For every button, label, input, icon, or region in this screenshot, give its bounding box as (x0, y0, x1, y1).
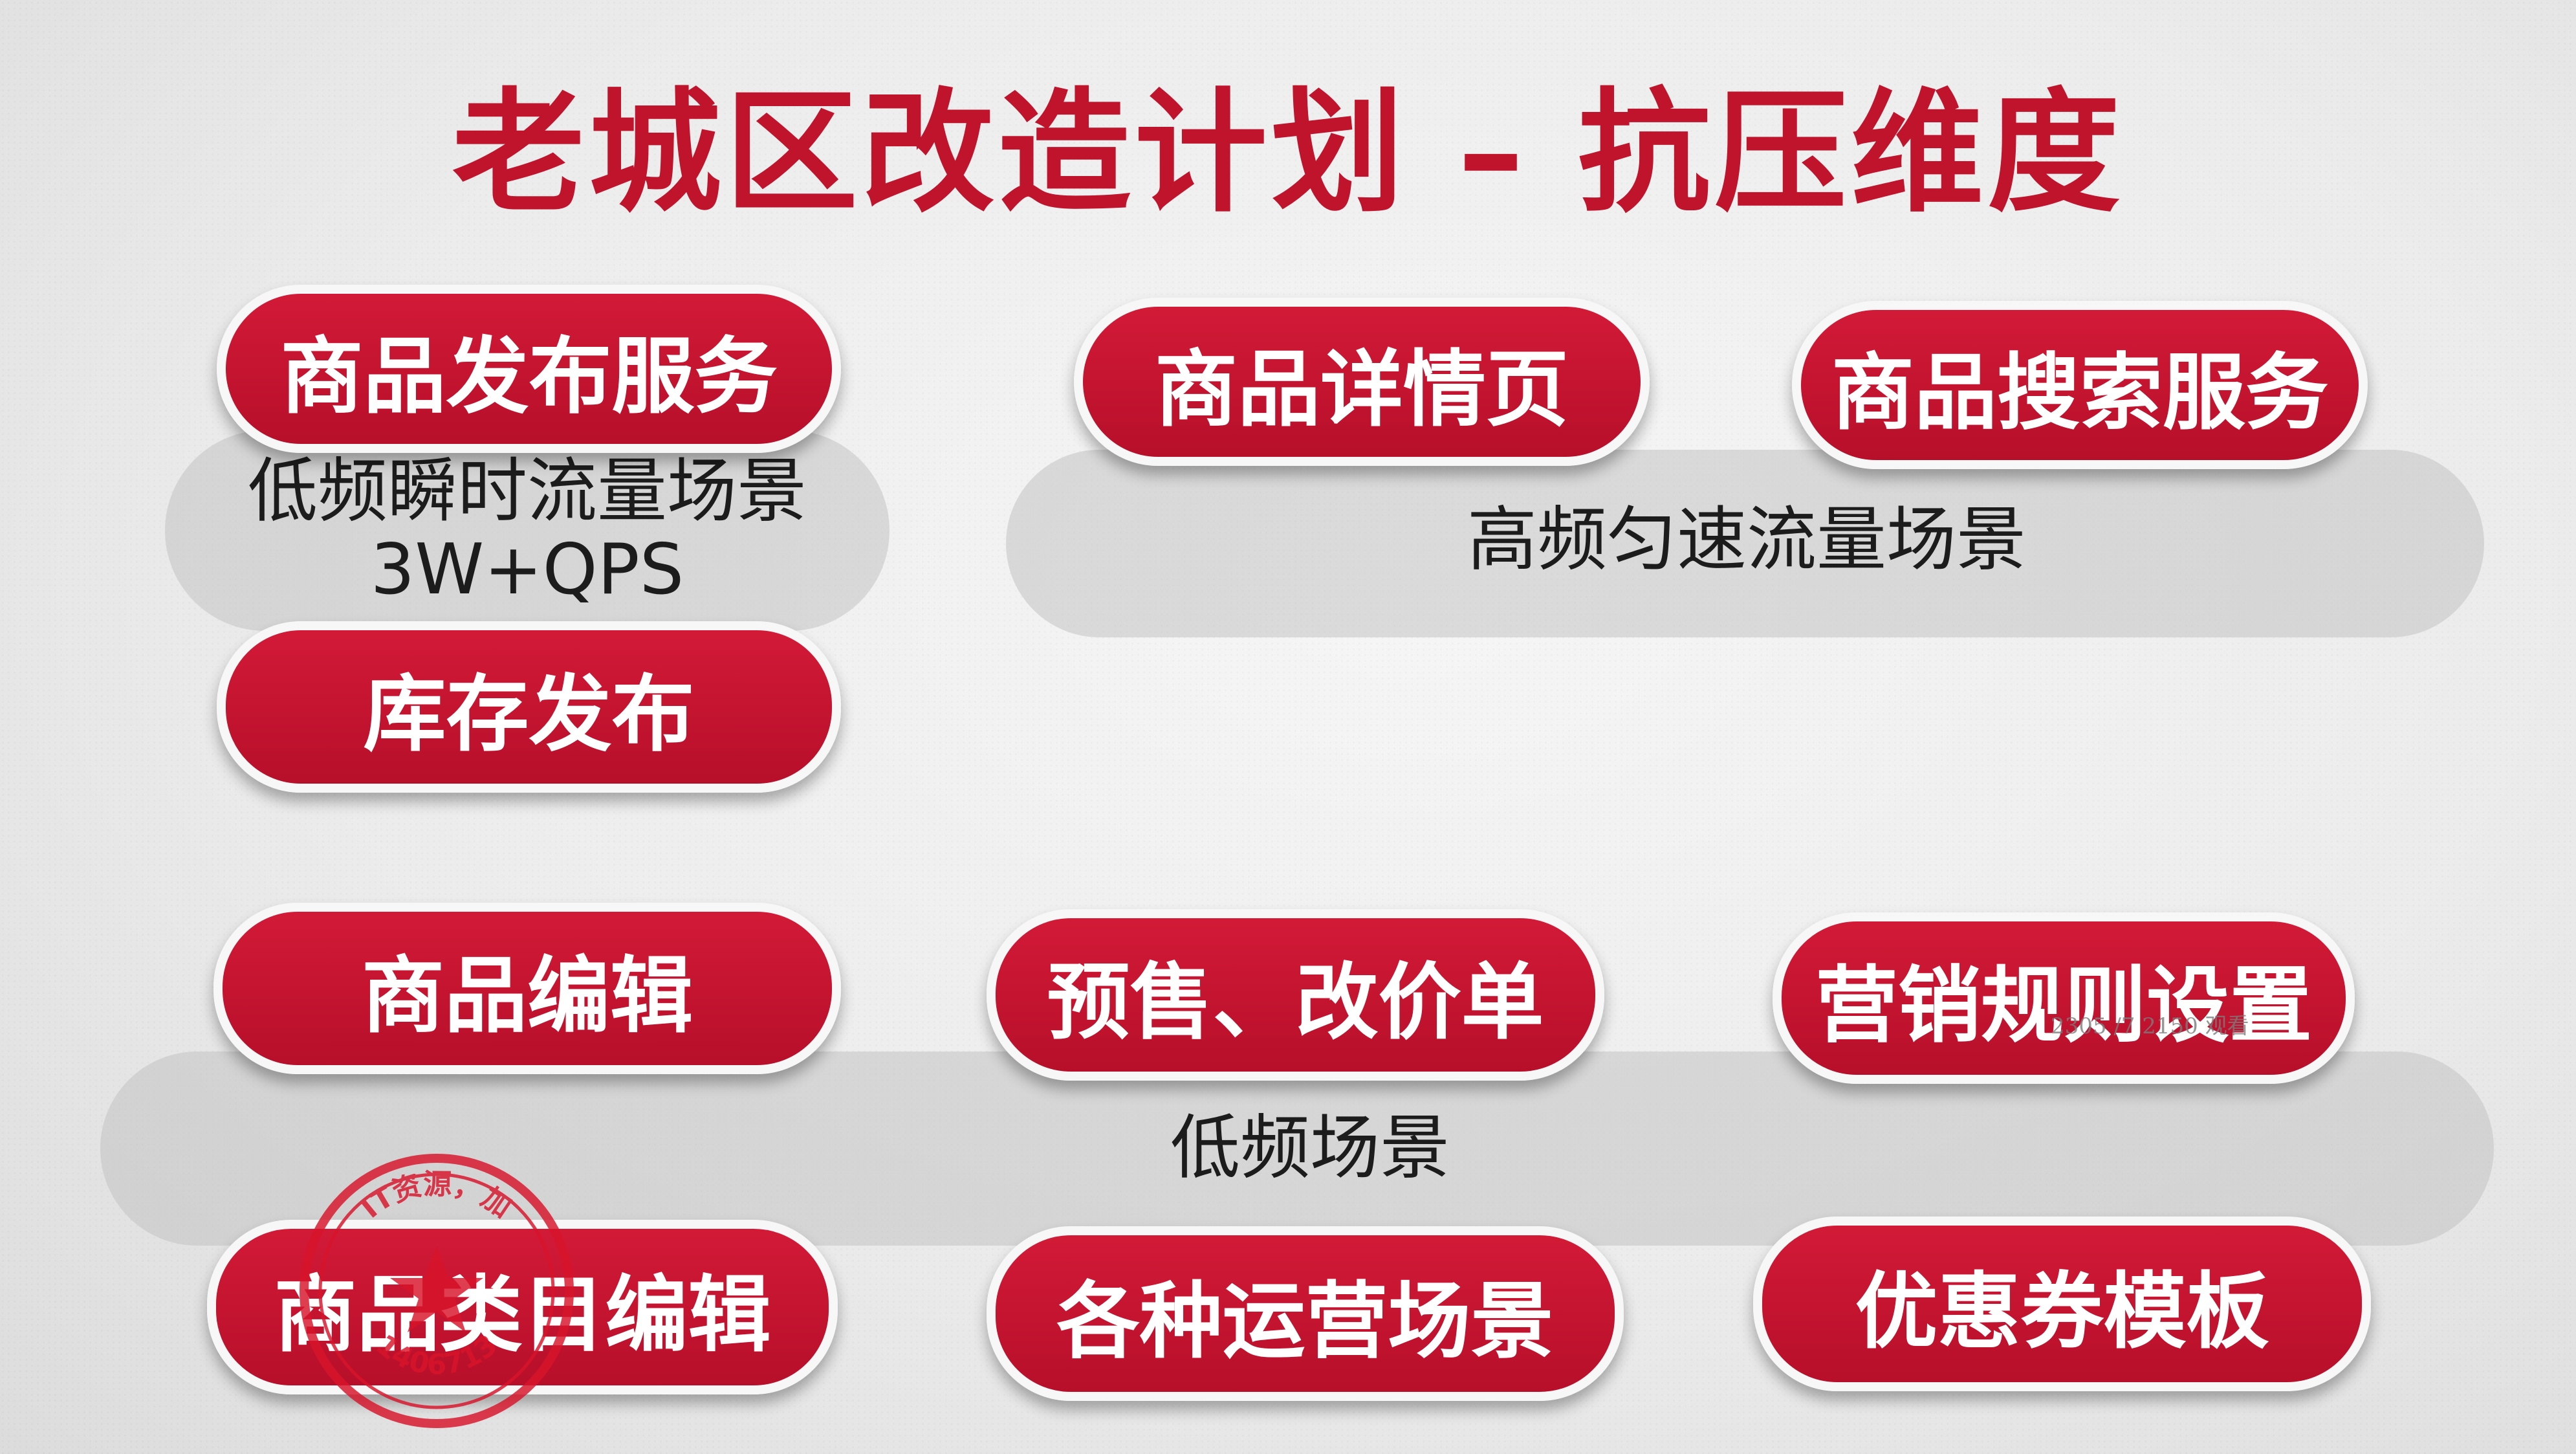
band-label-low-freq: 低频场景 (1170, 1108, 1450, 1189)
stamp-bottom-text: 1406713 (369, 1328, 504, 1382)
stamp-star-icon (390, 1246, 483, 1332)
band-label-low-burst: 低频瞬时流量场景 3W+QPS (165, 451, 890, 610)
slide: 老城区改造计划 – 抗压维度 低频瞬时流量场景 3W+QPS 高频匀速流量场景 … (0, 0, 2576, 1454)
pill-detail-page[interactable]: 商品详情页 (1074, 298, 1650, 466)
pill-edit[interactable]: 商品编辑 (213, 903, 841, 1074)
pill-ops-scenes[interactable]: 各种运营场景 (987, 1226, 1624, 1401)
pill-inventory-publish[interactable]: 库存发布 (217, 621, 841, 793)
pill-search-service[interactable]: 商品搜索服务 (1792, 301, 2368, 469)
band-label-low-burst-line2: 3W+QPS (370, 529, 684, 610)
band-label-low-burst-line1: 低频瞬时流量场景 (247, 451, 807, 532)
overlay-watermark-text: 2305 /7 2150 观看 (2051, 1013, 2249, 1039)
pill-presale[interactable]: 预售、改价单 (987, 909, 1604, 1081)
seal-stamp-icon: IT资源，加 1406713 (300, 1154, 574, 1428)
pill-marketing-rules[interactable]: 营销规则设置 (1773, 912, 2355, 1084)
band-label-high-steady: 高频匀速流量场景 (1467, 500, 2026, 580)
page-title: 老城区改造计划 – 抗压维度 (452, 76, 2124, 230)
pill-publish-service[interactable]: 商品发布服务 (217, 285, 841, 453)
pill-coupon-template[interactable]: 优惠券模板 (1753, 1217, 2371, 1391)
